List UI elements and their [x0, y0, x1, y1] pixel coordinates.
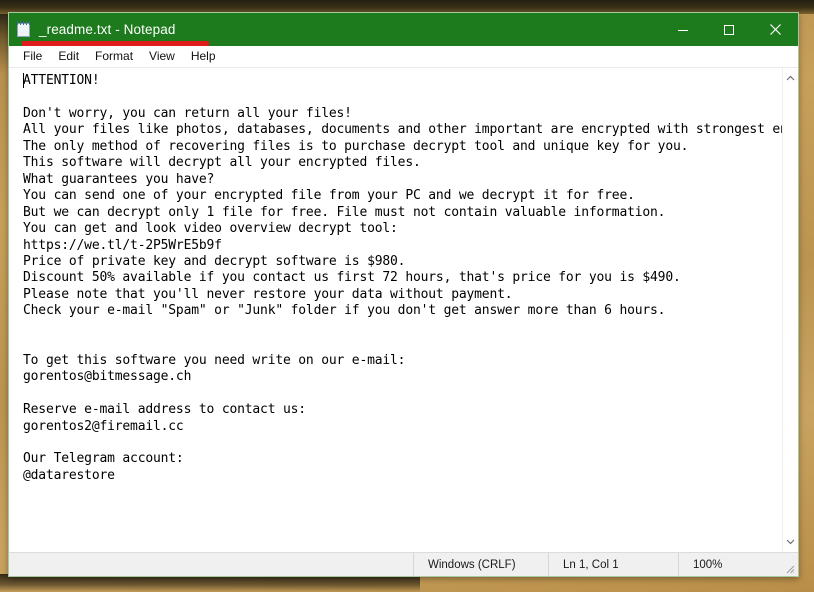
document-text[interactable]: ATTENTION! Don't worry, you can return a…: [9, 70, 782, 484]
status-zoom-level: 100%: [678, 553, 798, 576]
window-title: _readme.txt - Notepad: [39, 22, 176, 37]
title-bar[interactable]: _readme.txt - Notepad: [9, 13, 798, 46]
minimize-button[interactable]: [660, 13, 706, 46]
window-controls: [660, 13, 798, 46]
scroll-up-icon[interactable]: [783, 70, 799, 87]
text-caret: [23, 73, 24, 88]
menu-item-help[interactable]: Help: [183, 46, 224, 67]
text-editor[interactable]: ATTENTION! Don't worry, you can return a…: [9, 68, 782, 552]
status-cursor-position: Ln 1, Col 1: [548, 553, 678, 576]
close-button[interactable]: [752, 13, 798, 46]
editor-region: ATTENTION! Don't worry, you can return a…: [9, 68, 798, 552]
status-encoding: Windows (CRLF): [413, 553, 548, 576]
menu-item-file[interactable]: File: [15, 46, 50, 67]
scroll-down-icon[interactable]: [783, 533, 799, 550]
status-bar: Windows (CRLF) Ln 1, Col 1 100%: [9, 552, 798, 576]
menu-item-format[interactable]: Format: [87, 46, 141, 67]
menu-item-edit[interactable]: Edit: [50, 46, 87, 67]
status-bar-spacer: [9, 553, 413, 576]
notepad-icon: [16, 21, 33, 38]
title-highlight-bar: [22, 41, 209, 46]
notepad-window: _readme.txt - Notepad File Edit Format V…: [8, 12, 799, 577]
maximize-button[interactable]: [706, 13, 752, 46]
resize-grip-icon[interactable]: [784, 563, 795, 574]
scrollbar-track[interactable]: [783, 87, 798, 533]
vertical-scrollbar[interactable]: [782, 68, 798, 552]
menu-item-view[interactable]: View: [141, 46, 183, 67]
menu-bar: File Edit Format View Help: [9, 46, 798, 68]
